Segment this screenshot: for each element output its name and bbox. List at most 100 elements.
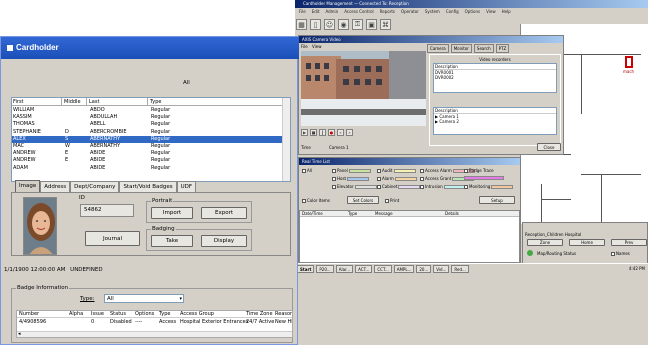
tab-start-void-badges[interactable]: Start/Void Badges	[119, 181, 177, 192]
filter-host[interactable]: Host	[332, 176, 370, 181]
taskbar-item[interactable]: P20...	[316, 265, 334, 273]
camera-close-button[interactable]: Close	[537, 143, 561, 151]
filter-all[interactable]: All	[302, 168, 312, 173]
bg-menu-item[interactable]: File	[299, 9, 306, 14]
badge-col-header[interactable]: Time Zone	[246, 311, 273, 318]
bg-menu-item[interactable]: Admin	[325, 9, 338, 14]
tab-image[interactable]: Image	[15, 180, 41, 192]
recorder-item[interactable]: DVR0002	[434, 75, 556, 80]
camera-menu-view[interactable]: View	[312, 44, 322, 49]
names-checkbox[interactable]: Names	[611, 251, 630, 256]
taskbar-item[interactable]: 20...	[416, 265, 432, 273]
start-button[interactable]: Start	[297, 265, 315, 273]
import-button[interactable]: Import	[151, 207, 193, 219]
filter-audit[interactable]: Audit	[377, 168, 416, 173]
tab-search[interactable]: Search	[473, 44, 494, 53]
bg-menu-item[interactable]: Help	[502, 9, 511, 14]
col-type[interactable]: Type	[149, 98, 209, 106]
taskbar-item[interactable]: Vid...	[433, 265, 450, 273]
table-row[interactable]: STEPHANIE D ABERCROMBIE Regular	[12, 129, 282, 136]
col-first[interactable]: First	[12, 98, 62, 106]
badge-col-header[interactable]: Issue	[91, 311, 104, 318]
tab-ptz[interactable]: PTZ	[495, 44, 510, 53]
scroll-left-icon[interactable]: ◂	[18, 331, 21, 337]
alarm-marker-icon[interactable]	[625, 56, 633, 68]
taskbar-item[interactable]: AMPL...	[393, 265, 415, 273]
setup-button[interactable]: Setup	[479, 196, 515, 204]
tab-dept-company[interactable]: Dept/Company	[70, 181, 120, 192]
take-button[interactable]: Take	[151, 235, 193, 247]
tag-tool-icon[interactable]: ⌘	[380, 19, 391, 30]
bg-menu-item[interactable]: Edit	[312, 9, 320, 14]
bg-menu-item[interactable]: Options	[465, 9, 480, 14]
zone-button[interactable]: Zone	[527, 239, 563, 246]
badge-row[interactable]: 4/4908596 0 Disabled ---- Access Hospital Ext…	[17, 319, 292, 326]
filter-cabinet[interactable]: Cabinet	[377, 184, 421, 189]
badge-col-header[interactable]: Status	[110, 311, 126, 318]
filter-badge-color[interactable]	[464, 176, 504, 180]
tab-address[interactable]: Address	[40, 181, 71, 192]
print-checkbox[interactable]: Print	[385, 198, 399, 203]
fast-forward-icon[interactable]: »	[346, 129, 353, 136]
filter-badge-trace[interactable]: Badge Trace	[464, 168, 494, 173]
camera-list[interactable]: Description ▶ Camera 1 ▶ Camera 2	[433, 107, 557, 135]
door-tool-icon[interactable]: ▯	[310, 19, 321, 30]
camera-item[interactable]: ▶ Camera 2	[434, 119, 556, 124]
filter-intrusion[interactable]: Intrusion	[420, 184, 466, 189]
table-row[interactable]: ADAM ABIDE Regular	[12, 165, 282, 172]
bg-menu-item[interactable]: Access Control	[344, 9, 373, 14]
globe-tool-icon[interactable]: ◉	[338, 19, 349, 30]
recorder-list[interactable]: Description DVR0001 DVR0002	[433, 63, 557, 93]
table-row[interactable]: KASSIM ABDULLAH Regular	[12, 114, 282, 121]
journal-button[interactable]: Journal	[85, 231, 140, 246]
prev-button[interactable]: Prev	[611, 239, 647, 246]
col-middle[interactable]: Middle	[63, 98, 87, 106]
taskbar-item[interactable]: Alar...	[335, 265, 354, 273]
bg-menu-item[interactable]: View	[486, 9, 496, 14]
cardholder-tool-icon[interactable]: ☺	[324, 19, 335, 30]
badge-table[interactable]: Number Alpha Issue Status Options Type Access …	[16, 310, 293, 338]
table-row[interactable]: THOMAS ABELL Regular	[12, 121, 282, 128]
filter-monitoring[interactable]: Monitoring	[464, 184, 514, 189]
list-scrollbar[interactable]	[282, 98, 290, 181]
pause-icon[interactable]: ‖	[319, 129, 326, 136]
badge-col-header[interactable]: Number	[19, 311, 39, 318]
rewind-icon[interactable]: «	[337, 129, 344, 136]
map-tool-icon[interactable]: ▦	[296, 19, 307, 30]
bg-menu-item[interactable]: Operator	[401, 9, 419, 14]
display-button[interactable]: Display	[201, 235, 247, 247]
event-list[interactable]: Date/Time Type Message Details	[299, 210, 520, 263]
tab-camera[interactable]: Camera	[427, 44, 449, 53]
bg-menu-item[interactable]: Config	[446, 9, 459, 14]
table-row[interactable]: ANDREW E ABIDE Regular	[12, 150, 282, 157]
table-row[interactable]: WILLIAM ABDO Regular	[12, 107, 282, 114]
filter-alarm[interactable]: Alarm	[377, 176, 417, 181]
bg-menu-item[interactable]: System	[425, 9, 440, 14]
badge-col-header[interactable]: Options	[135, 311, 154, 318]
camera-menu-file[interactable]: File	[301, 44, 308, 49]
record-icon[interactable]: ●	[328, 129, 335, 136]
stop-icon[interactable]: ■	[310, 129, 317, 136]
bg-menu-item[interactable]: Reports	[380, 9, 395, 14]
table-row[interactable]: ANDREW E ABIDE Regular	[12, 157, 282, 164]
id-field[interactable]: 54862	[80, 204, 134, 217]
export-button[interactable]: Export	[201, 207, 247, 219]
play-icon[interactable]: ▶	[301, 129, 308, 136]
cardholder-list[interactable]: First Middle Last Type WILLIAM ABDO Regula…	[11, 97, 291, 182]
taskbar-item[interactable]: Red...	[451, 265, 469, 273]
camera-video-feed[interactable]	[301, 51, 426, 126]
filter-elevator[interactable]: Elevator	[332, 184, 377, 189]
badge-col-header[interactable]: Reason	[275, 311, 292, 318]
taskbar-item[interactable]: ACT...	[355, 265, 373, 273]
table-row[interactable]: ALEX S ABERNATHY Regular	[12, 135, 282, 143]
key-tool-icon[interactable]: ⚿	[352, 19, 363, 30]
badge-col-header[interactable]: Type	[159, 311, 170, 318]
badge-table-scrollbar[interactable]: ◂	[17, 331, 292, 337]
badge-col-header[interactable]: Access Group	[180, 311, 214, 318]
tab-monitor[interactable]: Monitor	[450, 44, 472, 53]
filter-panel[interactable]: Panel	[332, 168, 371, 173]
col-last[interactable]: Last	[88, 98, 148, 106]
home-button[interactable]: Home	[569, 239, 605, 246]
type-select[interactable]: All ▾	[104, 294, 184, 303]
taskbar-item[interactable]: CCT...	[374, 265, 392, 273]
